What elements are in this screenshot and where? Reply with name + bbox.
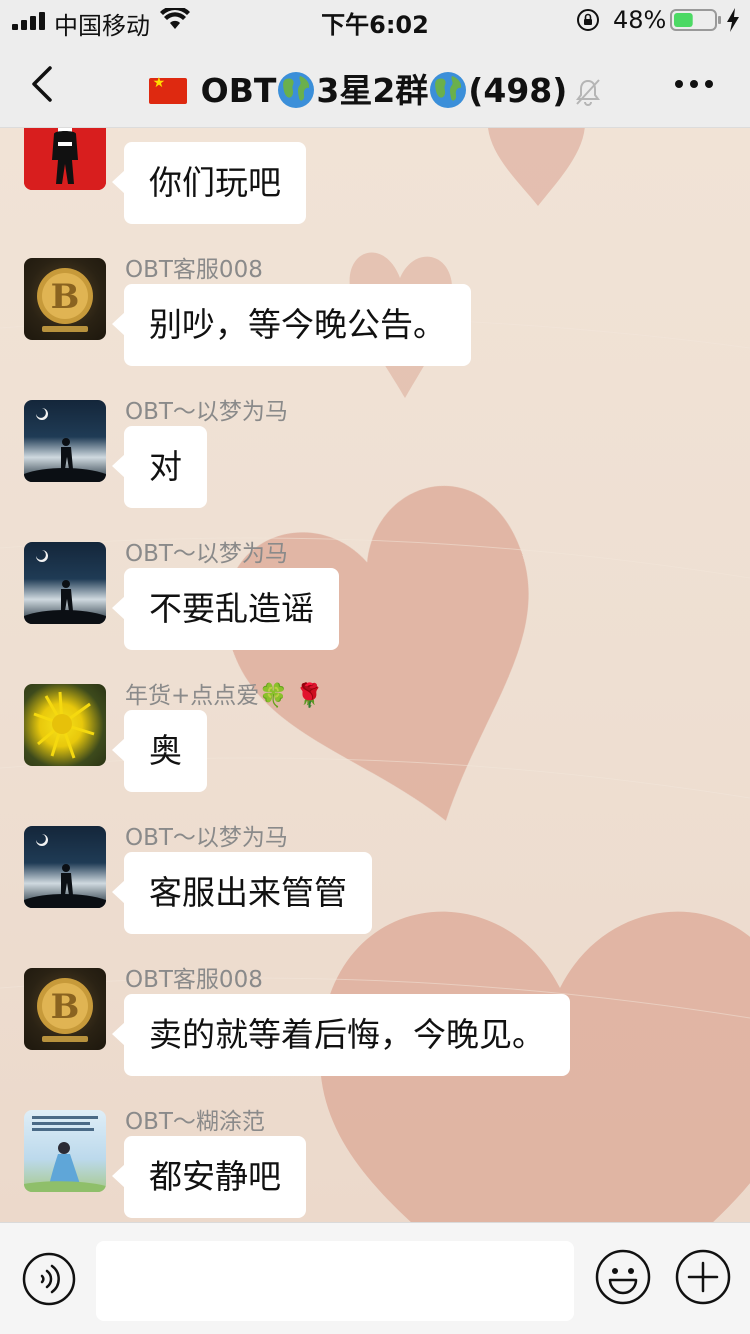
message-bubble[interactable]: 别吵，等今晚公告。 — [112, 284, 471, 366]
battery-percent: 48% — [613, 6, 667, 34]
night-silhouette-avatar[interactable] — [24, 400, 106, 482]
message-text: 奥 — [149, 731, 182, 770]
message-bubble[interactable]: 对 — [112, 426, 207, 508]
bitcoin-icon: B — [37, 978, 93, 1042]
sender-name: OBT～以梦为马 — [125, 399, 288, 425]
night-silhouette-avatar[interactable] — [24, 542, 106, 624]
sender-name: OBT～以梦为马 — [125, 541, 288, 567]
china-flag-icon — [148, 75, 187, 104]
message-text: 客服出来管管 — [149, 873, 347, 912]
dandelion-icon — [33, 691, 95, 759]
sender-name: OBT客服008 — [125, 257, 263, 283]
message-bubble[interactable]: 客服出来管管 — [112, 852, 372, 934]
message-text: 卖的就等着后悔，今晚见。 — [149, 1015, 545, 1054]
message-bubble[interactable]: 奥 — [112, 710, 207, 792]
message-text: 你们玩吧 — [149, 163, 281, 202]
bitcoin-icon: B — [37, 268, 93, 332]
emoji-icon[interactable] — [595, 1249, 651, 1305]
chat-title[interactable]: OBT 3星2群 (498) — [0, 64, 750, 112]
message-bubble[interactable]: 不要乱造谣 — [112, 568, 339, 650]
message-bubble[interactable]: 你们玩吧 — [112, 142, 306, 224]
message-text: 都安静吧 — [149, 1157, 281, 1196]
bitcoin-coin-avatar[interactable]: B — [24, 258, 106, 340]
sender-name: OBT客服008 — [125, 967, 263, 993]
muted-bell-icon — [576, 79, 601, 106]
avatar-figure-icon — [24, 128, 106, 190]
girl-illustration-icon — [24, 1116, 106, 1192]
message-list[interactable]: 你们玩吧 B OBT客服008 别吵，等今晚公告。 OBT～以梦为马 对 OBT… — [0, 128, 750, 1222]
sender-name: OBT～以梦为马 — [125, 825, 288, 851]
sender-name: OBT～糊涂范 — [125, 1109, 265, 1135]
sender-name: 年货+点点爱🍀 🌹 — [125, 683, 324, 709]
globe-icon — [430, 72, 467, 108]
message-text: 别吵，等今晚公告。 — [149, 305, 446, 344]
voice-icon[interactable] — [22, 1252, 76, 1306]
title-middle: 3星2群 — [316, 71, 429, 110]
red-figure-avatar[interactable] — [24, 128, 106, 190]
message-input-bar — [0, 1222, 750, 1334]
globe-icon — [278, 72, 315, 108]
title-prefix: OBT — [200, 71, 277, 110]
battery-icon — [670, 9, 721, 31]
chat-header: OBT 3星2群 (498) — [0, 40, 750, 128]
svg-text:B: B — [51, 277, 80, 317]
bitcoin-coin-avatar[interactable]: B — [24, 968, 106, 1050]
message-input[interactable] — [96, 1241, 574, 1321]
silhouette-icon — [24, 550, 106, 624]
message-bubble[interactable]: 都安静吧 — [112, 1136, 306, 1218]
status-bar: 中国移动 下午6:02 48% — [0, 0, 750, 40]
rotation-lock-icon — [577, 9, 599, 31]
night-silhouette-avatar[interactable] — [24, 826, 106, 908]
silhouette-icon — [24, 408, 106, 482]
member-count: (498) — [468, 71, 568, 110]
message-bubble[interactable]: 卖的就等着后悔，今晚见。 — [112, 994, 570, 1076]
silhouette-icon — [24, 834, 106, 908]
dandelion-avatar[interactable] — [24, 684, 106, 766]
svg-text:B: B — [51, 987, 80, 1027]
plus-icon[interactable] — [675, 1249, 731, 1305]
more-options-icon[interactable] — [674, 74, 714, 94]
girl-illustration-avatar[interactable] — [24, 1110, 106, 1192]
message-text: 不要乱造谣 — [149, 589, 314, 628]
message-text: 对 — [149, 447, 182, 486]
charging-bolt-icon — [727, 8, 739, 32]
